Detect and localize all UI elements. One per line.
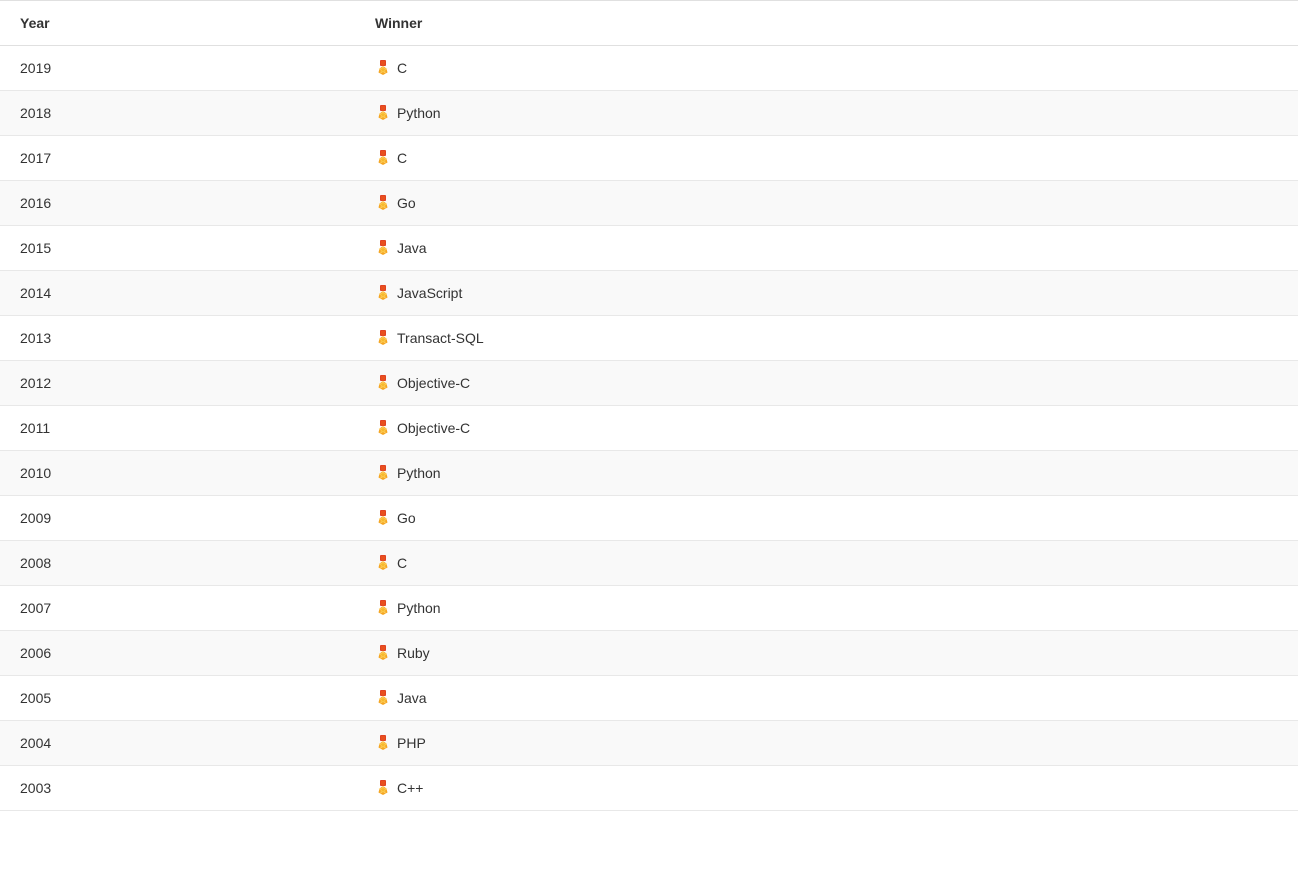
award-medal-icon — [375, 645, 391, 661]
winner-label: Ruby — [397, 645, 430, 661]
table-row: 2012 Objective-C — [0, 361, 1298, 406]
cell-year: 2016 — [0, 181, 355, 226]
winner-label: Python — [397, 105, 441, 121]
cell-year: 2015 — [0, 226, 355, 271]
table-row: 2007 Python — [0, 586, 1298, 631]
cell-winner: Java — [355, 226, 1298, 271]
cell-year: 2010 — [0, 451, 355, 496]
winner-label: C — [397, 60, 407, 76]
cell-winner: Transact-SQL — [355, 316, 1298, 361]
award-medal-icon — [375, 105, 391, 121]
table-row: 2004 PHP — [0, 721, 1298, 766]
table-row: 2003 C++ — [0, 766, 1298, 811]
table-row: 2019 C — [0, 46, 1298, 91]
table-row: 2013 Transact-SQL — [0, 316, 1298, 361]
cell-winner: Python — [355, 451, 1298, 496]
cell-winner: Go — [355, 496, 1298, 541]
column-header-winner: Winner — [355, 1, 1298, 46]
award-medal-icon — [375, 780, 391, 796]
table-row: 2018 Python — [0, 91, 1298, 136]
table-row: 2005 Java — [0, 676, 1298, 721]
cell-winner: Ruby — [355, 631, 1298, 676]
cell-winner: C — [355, 46, 1298, 91]
cell-winner: C++ — [355, 766, 1298, 811]
winner-label: Transact-SQL — [397, 330, 484, 346]
cell-winner: C — [355, 136, 1298, 181]
cell-winner: Go — [355, 181, 1298, 226]
winner-label: Python — [397, 600, 441, 616]
award-medal-icon — [375, 420, 391, 436]
winner-label: PHP — [397, 735, 426, 751]
cell-year: 2004 — [0, 721, 355, 766]
cell-year: 2011 — [0, 406, 355, 451]
award-medal-icon — [375, 60, 391, 76]
cell-year: 2006 — [0, 631, 355, 676]
winner-label: Go — [397, 510, 416, 526]
award-medal-icon — [375, 465, 391, 481]
winner-label: Java — [397, 240, 427, 256]
award-medal-icon — [375, 150, 391, 166]
winner-label: Go — [397, 195, 416, 211]
table-row: 2016 Go — [0, 181, 1298, 226]
winners-table: Year Winner 2019 C2018 Python2017 C2016 … — [0, 0, 1298, 811]
award-medal-icon — [375, 195, 391, 211]
cell-winner: Python — [355, 91, 1298, 136]
table-row: 2009 Go — [0, 496, 1298, 541]
award-medal-icon — [375, 600, 391, 616]
winner-label: Java — [397, 690, 427, 706]
cell-winner: Objective-C — [355, 361, 1298, 406]
cell-year: 2019 — [0, 46, 355, 91]
table-row: 2011 Objective-C — [0, 406, 1298, 451]
cell-year: 2008 — [0, 541, 355, 586]
winner-label: Objective-C — [397, 375, 470, 391]
award-medal-icon — [375, 285, 391, 301]
winner-label: JavaScript — [397, 285, 462, 301]
award-medal-icon — [375, 330, 391, 346]
column-header-year: Year — [0, 1, 355, 46]
cell-year: 2018 — [0, 91, 355, 136]
winner-label: C — [397, 555, 407, 571]
table-row: 2017 C — [0, 136, 1298, 181]
winner-label: C++ — [397, 780, 423, 796]
table-row: 2015 Java — [0, 226, 1298, 271]
award-medal-icon — [375, 510, 391, 526]
table-header-row: Year Winner — [0, 1, 1298, 46]
table-row: 2010 Python — [0, 451, 1298, 496]
winner-label: Objective-C — [397, 420, 470, 436]
cell-year: 2012 — [0, 361, 355, 406]
cell-year: 2017 — [0, 136, 355, 181]
award-medal-icon — [375, 375, 391, 391]
cell-winner: Objective-C — [355, 406, 1298, 451]
award-medal-icon — [375, 555, 391, 571]
award-medal-icon — [375, 240, 391, 256]
winner-label: Python — [397, 465, 441, 481]
table-row: 2008 C — [0, 541, 1298, 586]
cell-winner: PHP — [355, 721, 1298, 766]
cell-year: 2007 — [0, 586, 355, 631]
cell-year: 2009 — [0, 496, 355, 541]
award-medal-icon — [375, 735, 391, 751]
award-medal-icon — [375, 690, 391, 706]
table-row: 2014 JavaScript — [0, 271, 1298, 316]
winner-label: C — [397, 150, 407, 166]
cell-winner: Python — [355, 586, 1298, 631]
cell-year: 2003 — [0, 766, 355, 811]
table-row: 2006 Ruby — [0, 631, 1298, 676]
cell-year: 2005 — [0, 676, 355, 721]
cell-winner: Java — [355, 676, 1298, 721]
cell-year: 2014 — [0, 271, 355, 316]
cell-winner: JavaScript — [355, 271, 1298, 316]
cell-year: 2013 — [0, 316, 355, 361]
cell-winner: C — [355, 541, 1298, 586]
